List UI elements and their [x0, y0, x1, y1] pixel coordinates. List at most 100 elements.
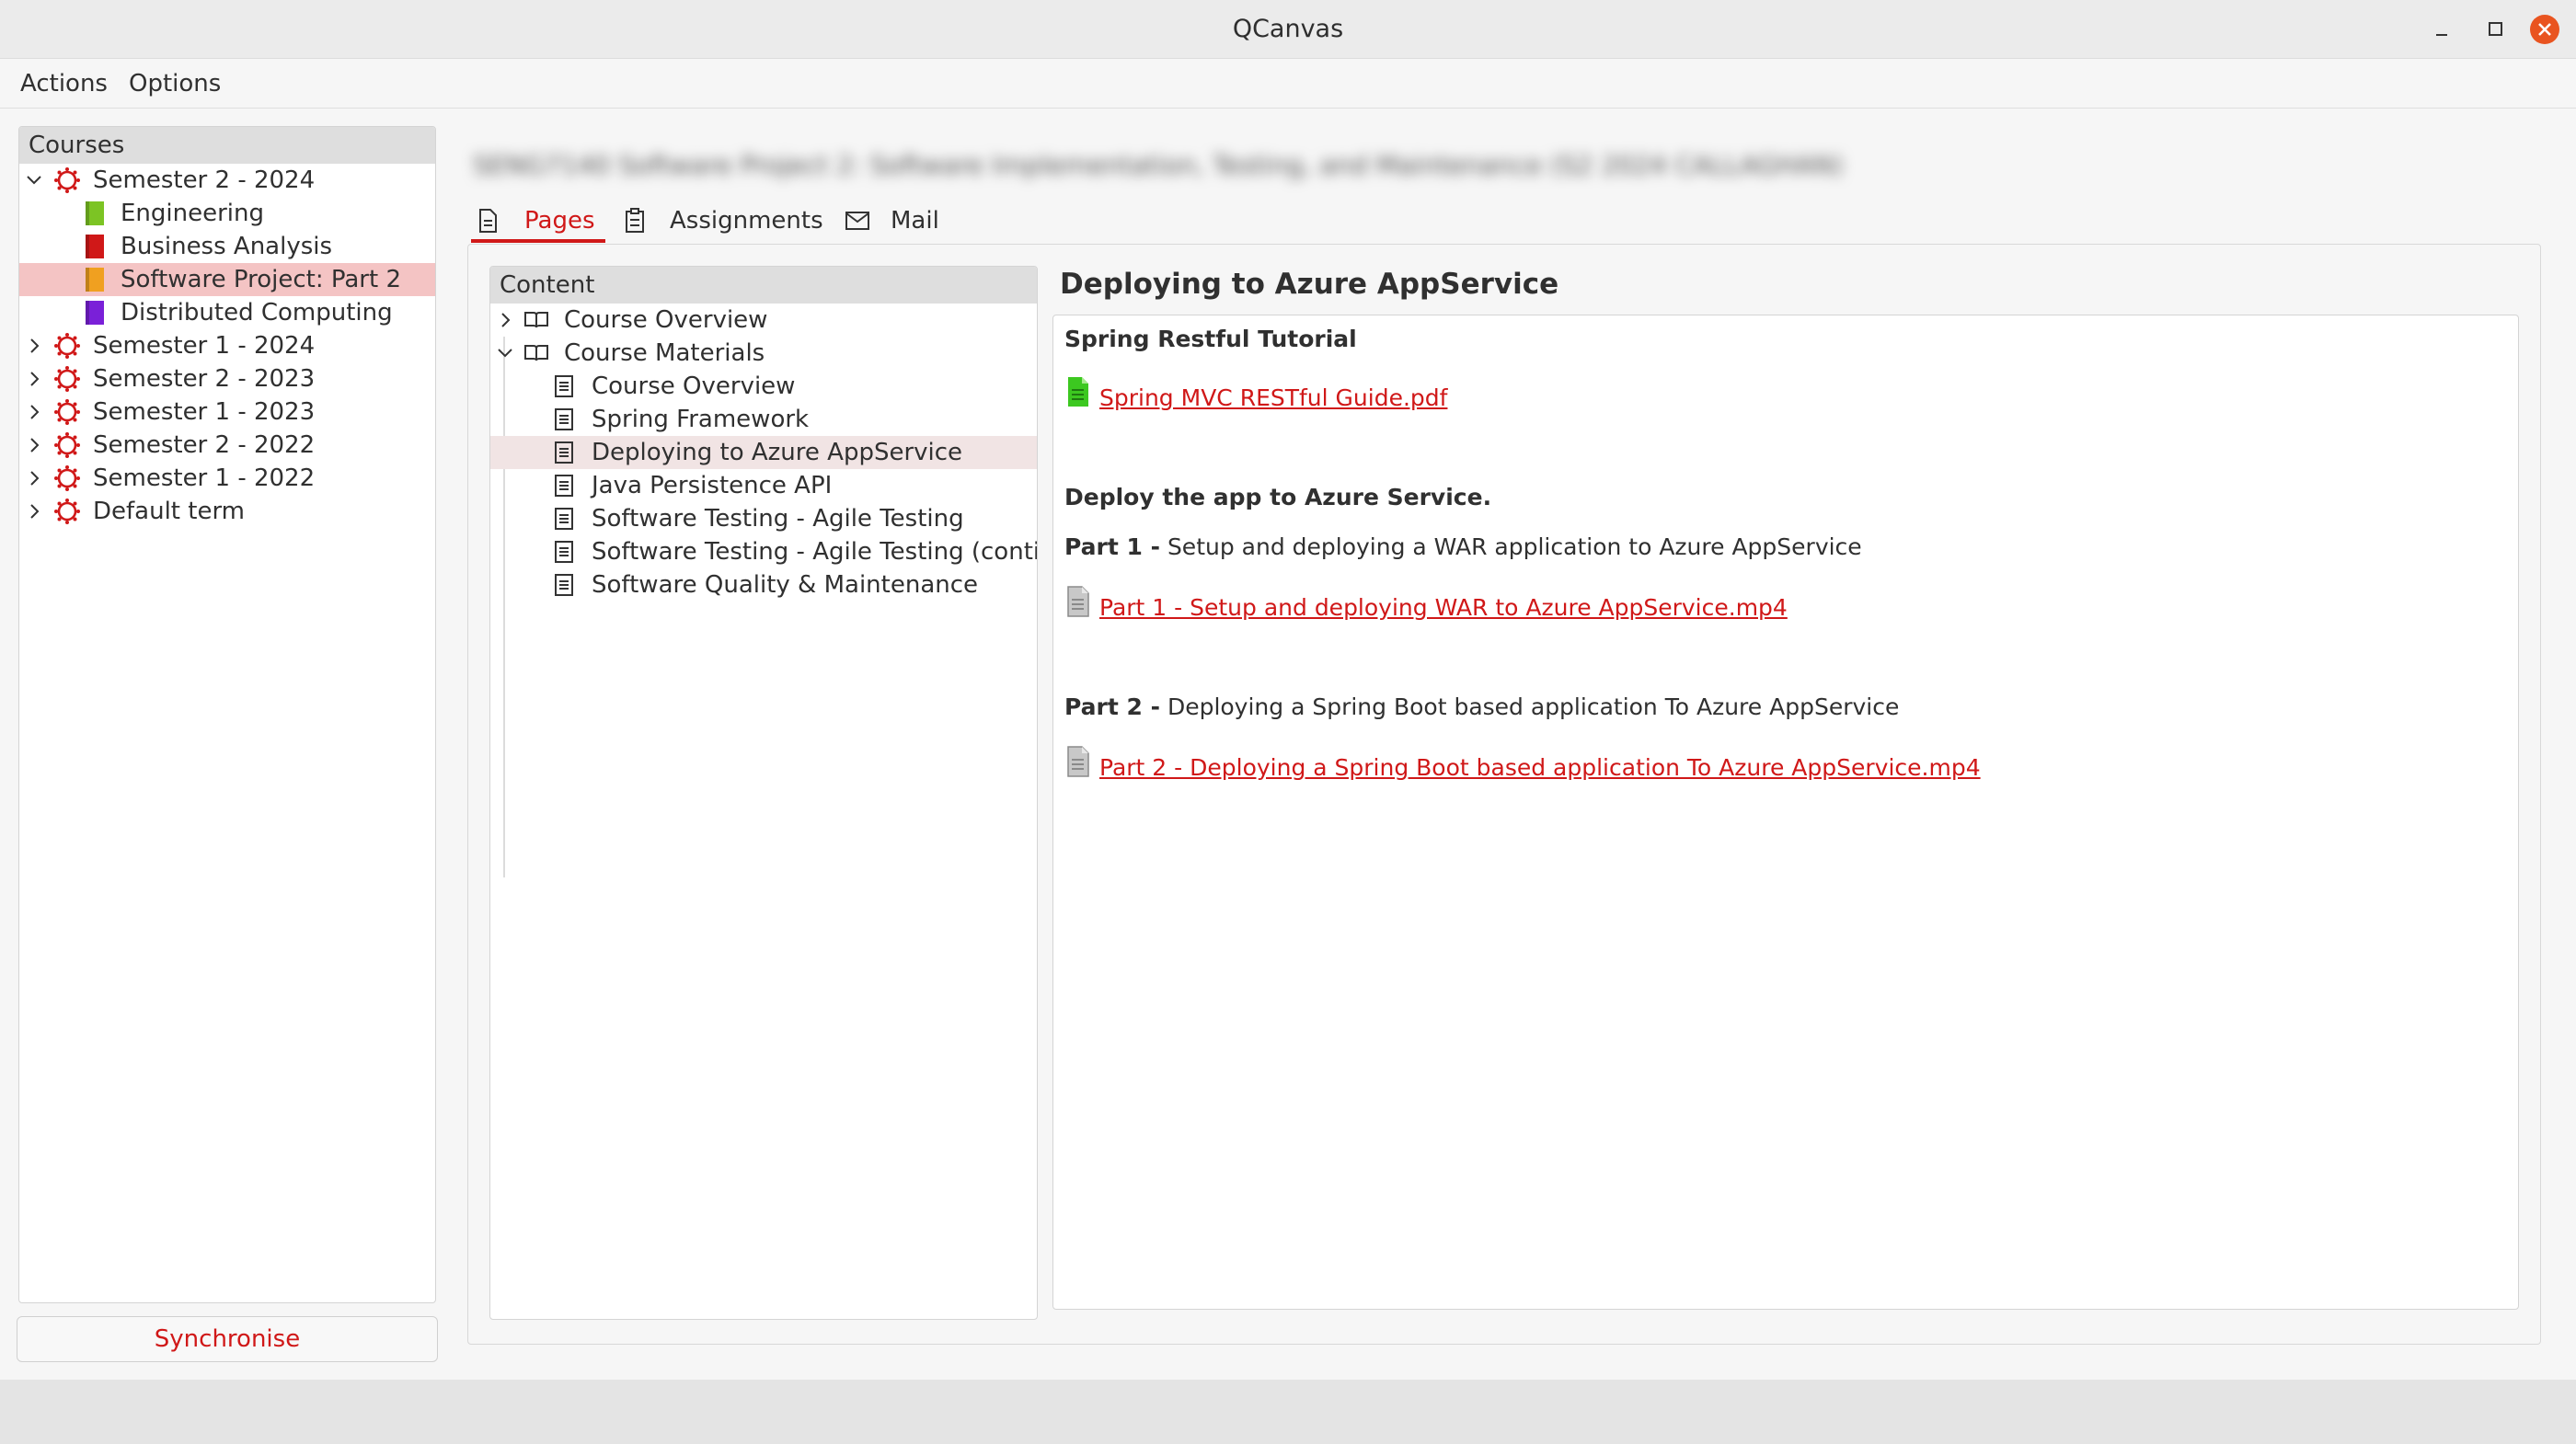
tree-item-label: Deploying to Azure AppService: [592, 439, 963, 466]
course-tree-item-default-term[interactable]: Default term: [19, 495, 435, 528]
courses-header: Courses: [19, 127, 435, 164]
chevron-right-icon: [501, 313, 511, 327]
course-tree-item-software-project-part-2[interactable]: Software Project: Part 2: [19, 263, 435, 296]
tree-item-label: Default term: [93, 498, 246, 525]
course-tree-item-semester-2-2023[interactable]: Semester 2 - 2023: [19, 362, 435, 395]
chevron-down-icon: [27, 176, 41, 185]
tree-item-label: Semester 1 - 2022: [93, 464, 316, 492]
link-part2-video[interactable]: Part 2 - Deploying a Spring Boot based a…: [1099, 753, 1981, 783]
assignment-icon: [626, 208, 644, 233]
tree-item-label: Course Overview: [564, 306, 768, 334]
tree-item-label: Java Persistence API: [592, 472, 833, 499]
pdf-file-icon: [1068, 377, 1088, 407]
open-book-icon: [524, 345, 548, 361]
course-book-icon: [86, 268, 104, 292]
close-icon: [2530, 15, 2559, 44]
content-tree-item-course-overview[interactable]: Course Overview: [490, 304, 1037, 337]
document-icon: [555, 508, 573, 530]
tab-mail-label: Mail: [891, 207, 939, 235]
active-tab-indicator: [471, 239, 605, 243]
menu-actions[interactable]: Actions: [20, 59, 108, 109]
course-tree-item-semester-1-2022[interactable]: Semester 1 - 2022: [19, 462, 435, 495]
status-bar: [0, 1380, 2576, 1444]
course-tree-item-business-analysis[interactable]: Business Analysis: [19, 230, 435, 263]
chevron-right-icon: [30, 338, 40, 353]
course-tree-item-engineering[interactable]: Engineering: [19, 197, 435, 230]
document-icon: [555, 375, 573, 397]
chevron-down-icon: [498, 349, 512, 358]
tree-item-label: Engineering: [121, 200, 264, 227]
page-icon: [479, 209, 497, 233]
tree-item-label: Business Analysis: [121, 233, 333, 260]
tree-item-label: Semester 1 - 2024: [93, 332, 316, 360]
video-file-icon: [1067, 746, 1089, 777]
part1-text: Setup and deploying a WAR application to…: [1167, 533, 1862, 560]
minimize-button[interactable]: [2425, 13, 2458, 46]
content-tree-item-deploying-to-azure-appservice[interactable]: Deploying to Azure AppService: [490, 436, 1037, 469]
canvas-logo-icon: [54, 432, 80, 458]
canvas-logo-icon: [54, 499, 80, 524]
page-body: Spring Restful Tutorial Spring MVC RESTf…: [1052, 315, 2519, 1310]
menu-bar: Actions Options: [0, 59, 2576, 109]
content-tree-item-software-testing-agile-testing[interactable]: Software Testing - Agile Testing: [490, 502, 1037, 535]
open-book-icon: [524, 312, 548, 328]
tree-item-label: Software Project: Part 2: [121, 266, 401, 293]
close-button[interactable]: [2528, 13, 2561, 46]
document-icon: [555, 541, 573, 563]
course-tree-item-distributed-computing[interactable]: Distributed Computing: [19, 296, 435, 329]
window-title: QCanvas: [1232, 15, 1344, 43]
course-tree-item-semester-2-2024[interactable]: Semester 2 - 2024: [19, 164, 435, 197]
content-tree-item-spring-framework[interactable]: Spring Framework: [490, 403, 1037, 436]
tree-item-label: Course Materials: [564, 339, 765, 367]
mail-icon: [845, 212, 869, 230]
section-heading-deploy: Deploy the app to Azure Service.: [1064, 484, 1492, 510]
document-icon: [555, 408, 573, 430]
content-tree-item-java-persistence-api[interactable]: Java Persistence API: [490, 469, 1037, 502]
course-book-icon: [86, 235, 104, 258]
course-tree-item-semester-2-2022[interactable]: Semester 2 - 2022: [19, 429, 435, 462]
content-tree-item-course-overview[interactable]: Course Overview: [490, 370, 1037, 403]
content-tree: Content Course Overview Course Materials C…: [489, 266, 1038, 1320]
document-icon: [555, 441, 573, 464]
tree-item-label: Semester 1 - 2023: [93, 398, 316, 426]
canvas-logo-icon: [54, 366, 80, 392]
tree-item-label: Software Testing - Agile Testing (conti…: [592, 538, 1038, 566]
link-spring-mvc-pdf[interactable]: Spring MVC RESTful Guide.pdf: [1099, 384, 1447, 413]
tree-item-label: Course Overview: [592, 372, 796, 400]
chevron-right-icon: [30, 405, 40, 419]
menu-options[interactable]: Options: [129, 59, 221, 109]
content-tree-item-course-materials[interactable]: Course Materials: [490, 337, 1037, 370]
link-part1-video[interactable]: Part 1 - Setup and deploying WAR to Azur…: [1099, 593, 1788, 623]
maximize-icon: [2489, 22, 2502, 36]
section-heading-tutorial: Spring Restful Tutorial: [1064, 326, 1357, 352]
chevron-right-icon: [30, 504, 40, 519]
course-tree-item-semester-1-2024[interactable]: Semester 1 - 2024: [19, 329, 435, 362]
canvas-logo-icon: [54, 465, 80, 491]
chevron-right-icon: [30, 438, 40, 453]
tree-item-label: Spring Framework: [592, 406, 810, 433]
course-tree-item-semester-1-2023[interactable]: Semester 1 - 2023: [19, 395, 435, 429]
document-icon: [555, 475, 573, 497]
page-title: Deploying to Azure AppService: [1060, 268, 1559, 301]
canvas-logo-icon: [54, 167, 80, 193]
courses-tree: Courses Semester 2 - 2024 Engineering Busi…: [18, 126, 436, 1303]
part2-prefix: Part 2 -: [1064, 693, 1160, 720]
course-book-icon: [86, 301, 104, 325]
part2-text: Deploying a Spring Boot based applicatio…: [1167, 693, 1900, 720]
course-title: SENG7140 Software Project 2: Software Im…: [473, 150, 1844, 180]
chevron-right-icon: [30, 471, 40, 486]
tab-assignments-label: Assignments: [670, 207, 823, 235]
tree-item-label: Semester 2 - 2023: [93, 365, 316, 393]
content-tree-item-software-quality-maintenance[interactable]: Software Quality & Maintenance: [490, 568, 1037, 602]
chevron-right-icon: [30, 372, 40, 386]
video-file-icon: [1067, 586, 1089, 617]
tree-item-label: Semester 2 - 2024: [93, 166, 316, 194]
tab-pages-label: Pages: [524, 207, 595, 235]
part1-prefix: Part 1 -: [1064, 533, 1160, 560]
part2-description: Part 2 - Deploying a Spring Boot based a…: [1064, 693, 1899, 722]
synchronise-button[interactable]: Synchronise: [17, 1316, 438, 1362]
part1-description: Part 1 - Setup and deploying a WAR appli…: [1064, 533, 1862, 562]
content-tree-item-software-testing-agile-testing-conti[interactable]: Software Testing - Agile Testing (conti…: [490, 535, 1037, 568]
minimize-icon: [2436, 34, 2447, 36]
maximize-button[interactable]: [2478, 13, 2512, 46]
